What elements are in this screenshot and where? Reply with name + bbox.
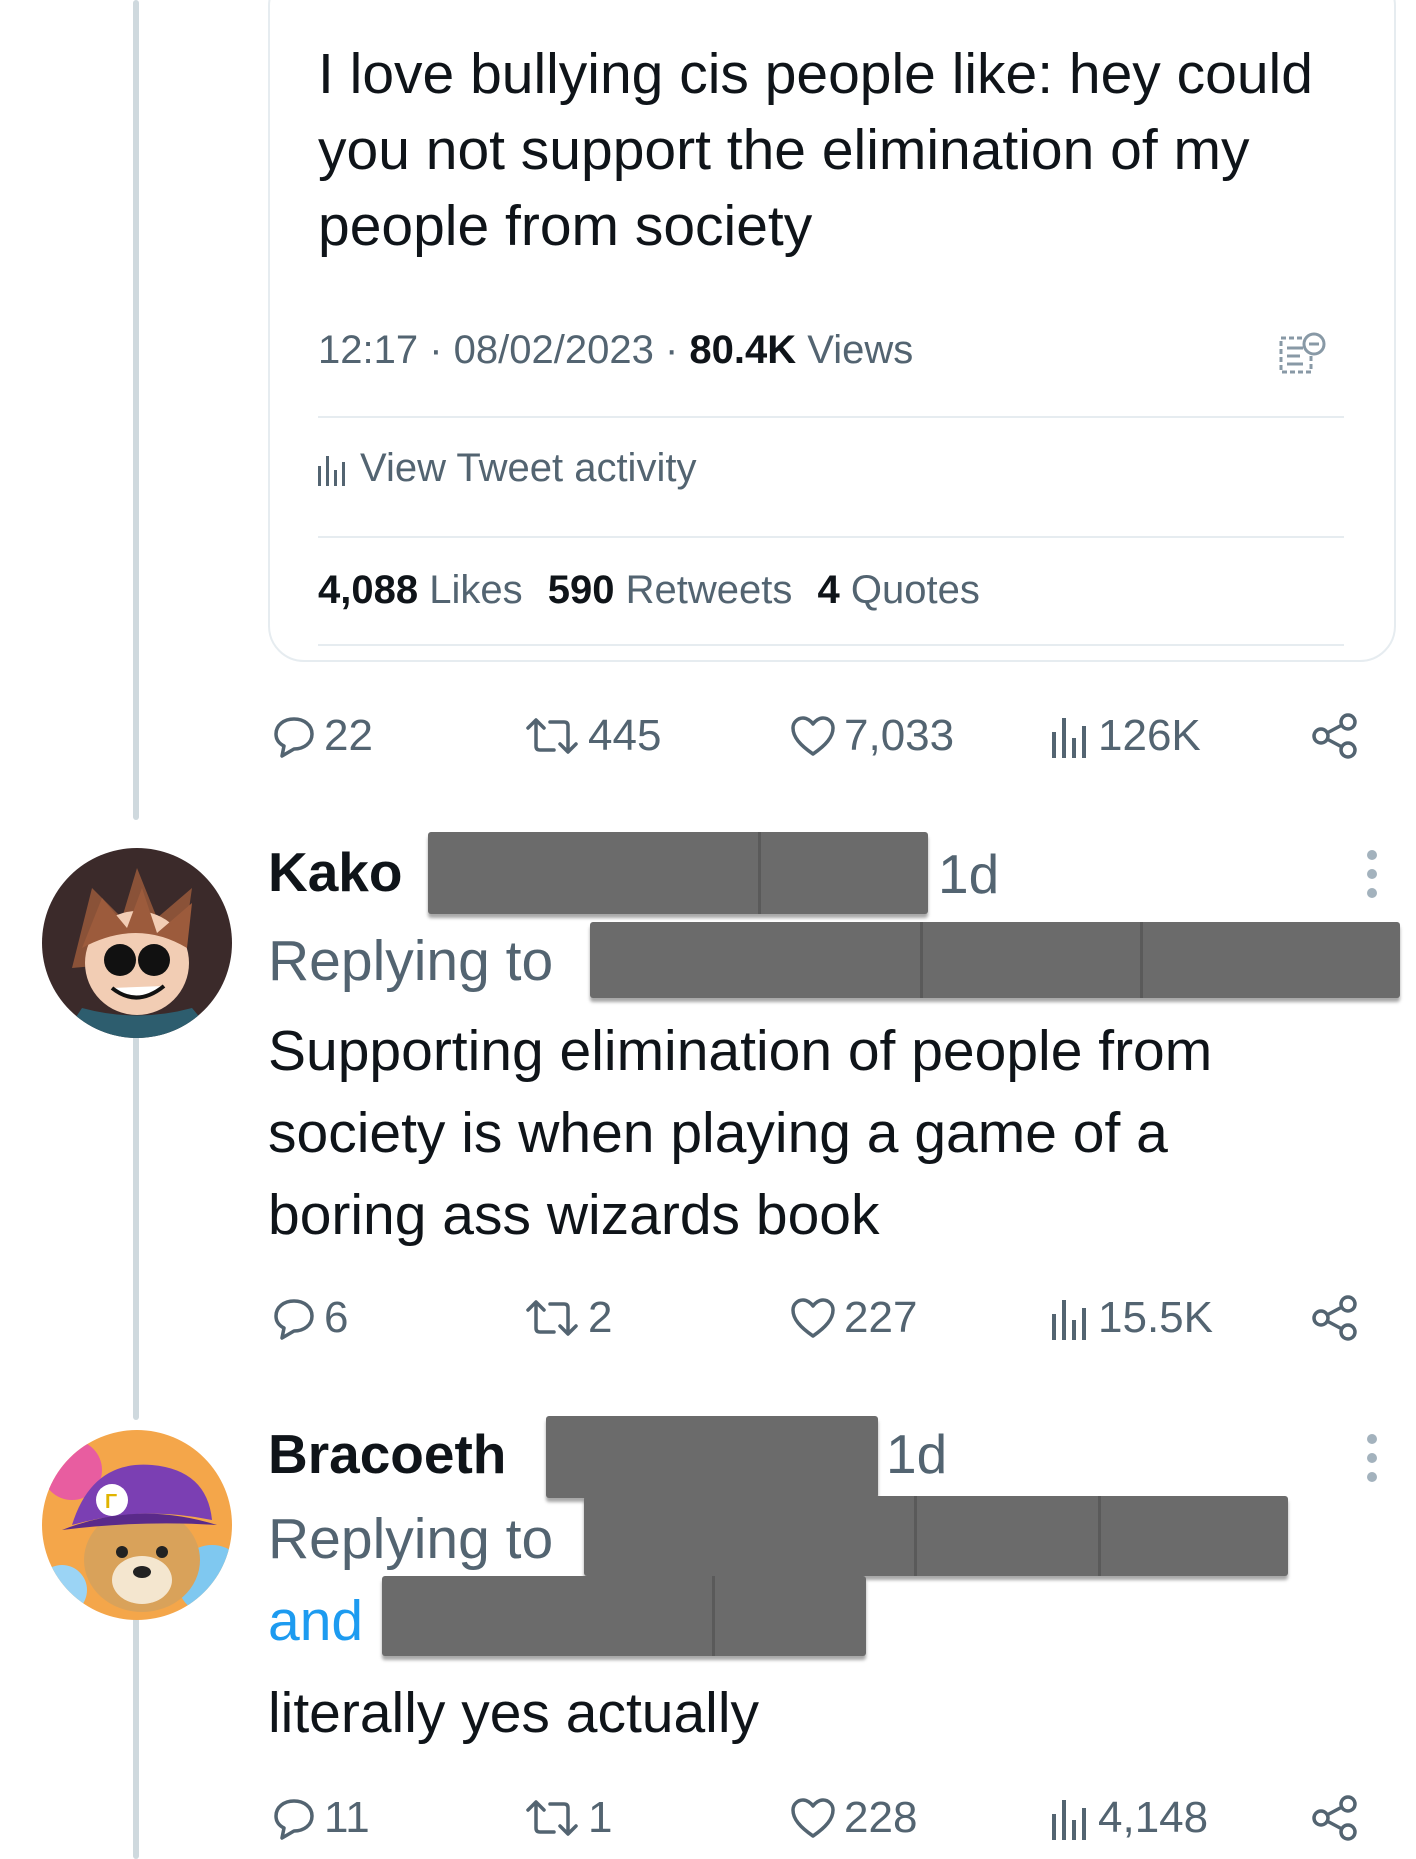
share-icon: [1312, 1795, 1357, 1841]
reply-author-name[interactable]: Kako: [268, 840, 403, 904]
heart-icon: [791, 1798, 835, 1838]
reply-button[interactable]: 22: [272, 706, 373, 766]
retweets-count[interactable]: 590: [548, 568, 615, 612]
reply-count: 6: [324, 1293, 349, 1342]
quotes-count[interactable]: 4: [818, 568, 840, 612]
reply-count: 22: [324, 711, 373, 760]
retweet-button[interactable]: 445: [524, 706, 661, 766]
tweet-meta: 12:17 · 08/02/2023 · 80.4K Views: [318, 328, 914, 372]
share-button[interactable]: [1310, 706, 1360, 766]
retweet-button[interactable]: 1: [524, 1788, 612, 1848]
likes-label[interactable]: Likes: [429, 568, 522, 612]
divider: [318, 644, 1344, 646]
views-count: 80.4K: [689, 328, 797, 372]
redacted-handle: [546, 1416, 878, 1498]
redacted-mention: [382, 1576, 866, 1656]
reply-icon: [274, 1299, 314, 1340]
thread-line-top: [133, 0, 139, 820]
reply-button[interactable]: 11: [272, 1788, 370, 1848]
svg-text:Γ: Γ: [105, 1491, 117, 1513]
avatar-kako[interactable]: [42, 848, 232, 1038]
views-count: 126K: [1098, 711, 1201, 760]
divider: [318, 536, 1344, 538]
replying-to-label: Replying to: [268, 1507, 554, 1571]
views-count: 15.5K: [1098, 1293, 1213, 1342]
share-button[interactable]: [1310, 1288, 1360, 1348]
tweet-time[interactable]: 12:17: [318, 328, 418, 372]
view-activity-link[interactable]: View Tweet activity: [318, 446, 696, 491]
views-button[interactable]: 4,148: [1050, 1788, 1208, 1848]
reply-count: 11: [324, 1793, 370, 1842]
quoted-tweet-text: I love bullying cis people like: hey cou…: [318, 42, 1313, 258]
translate-icon[interactable]: [1278, 330, 1330, 383]
analytics-icon: [1052, 1800, 1086, 1840]
thread-line-middle: [133, 1030, 139, 1420]
and-label[interactable]: and: [268, 1588, 363, 1654]
share-icon: [1312, 713, 1357, 759]
share-button[interactable]: [1310, 1788, 1360, 1848]
share-icon: [1312, 1295, 1357, 1341]
views-button[interactable]: 15.5K: [1050, 1288, 1213, 1348]
retweets-label[interactable]: Retweets: [626, 568, 793, 612]
views-label: Views: [807, 328, 914, 372]
like-button[interactable]: 228: [790, 1788, 917, 1848]
retweet-count: 1: [588, 1793, 613, 1842]
reply-author-name[interactable]: Bracoeth: [268, 1422, 506, 1486]
reply-actions: 11 1 228 4,148: [270, 1788, 1360, 1848]
like-button[interactable]: 7,033: [790, 706, 954, 766]
views-count: 4,148: [1098, 1793, 1209, 1842]
retweet-icon: [526, 1300, 578, 1336]
redacted-handle: [428, 832, 928, 914]
replying-to-label: Replying to: [268, 929, 554, 993]
thread-line-bottom: [133, 1610, 139, 1859]
like-count: 7,033: [844, 711, 955, 760]
heart-icon: [791, 716, 835, 756]
analytics-icon: [1052, 1300, 1086, 1340]
reply-text: Supporting elimination of people from so…: [268, 1019, 1213, 1247]
like-button[interactable]: 227: [790, 1288, 917, 1348]
reply-actions: 6 2 227 15.5K: [270, 1288, 1360, 1348]
likes-count[interactable]: 4,088: [318, 568, 418, 612]
retweet-icon: [526, 718, 578, 754]
quotes-label[interactable]: Quotes: [851, 568, 980, 612]
reply-text: literally yes actually: [268, 1681, 760, 1745]
views-button[interactable]: 126K: [1050, 706, 1201, 766]
reply-time[interactable]: 1d: [886, 1422, 947, 1486]
like-count: 228: [844, 1793, 918, 1842]
analytics-icon: [318, 455, 345, 486]
reply-icon: [274, 717, 314, 758]
avatar-bracoeth[interactable]: Γ: [42, 1430, 232, 1620]
retweet-icon: [526, 1800, 578, 1836]
retweet-button[interactable]: 2: [524, 1288, 612, 1348]
more-options-icon[interactable]: [1366, 850, 1378, 907]
redacted-mention: [584, 1496, 1288, 1576]
reply-icon: [274, 1799, 314, 1840]
main-tweet-actions: 22 445 7,033 126K: [270, 706, 1360, 766]
divider: [318, 416, 1344, 418]
tweet-date[interactable]: 08/02/2023: [454, 328, 654, 372]
analytics-icon: [1052, 718, 1086, 758]
engagement-stats: 4,088 Likes 590 Retweets 4 Quotes: [318, 568, 980, 613]
more-options-icon[interactable]: [1366, 1434, 1378, 1491]
reply-button[interactable]: 6: [272, 1288, 348, 1348]
reply-time[interactable]: 1d: [938, 842, 999, 906]
retweet-count: 445: [588, 711, 662, 760]
activity-label: View Tweet activity: [360, 446, 697, 490]
redacted-mention: [590, 922, 1400, 998]
heart-icon: [791, 1298, 835, 1338]
like-count: 227: [844, 1293, 918, 1342]
retweet-count: 2: [588, 1293, 613, 1342]
